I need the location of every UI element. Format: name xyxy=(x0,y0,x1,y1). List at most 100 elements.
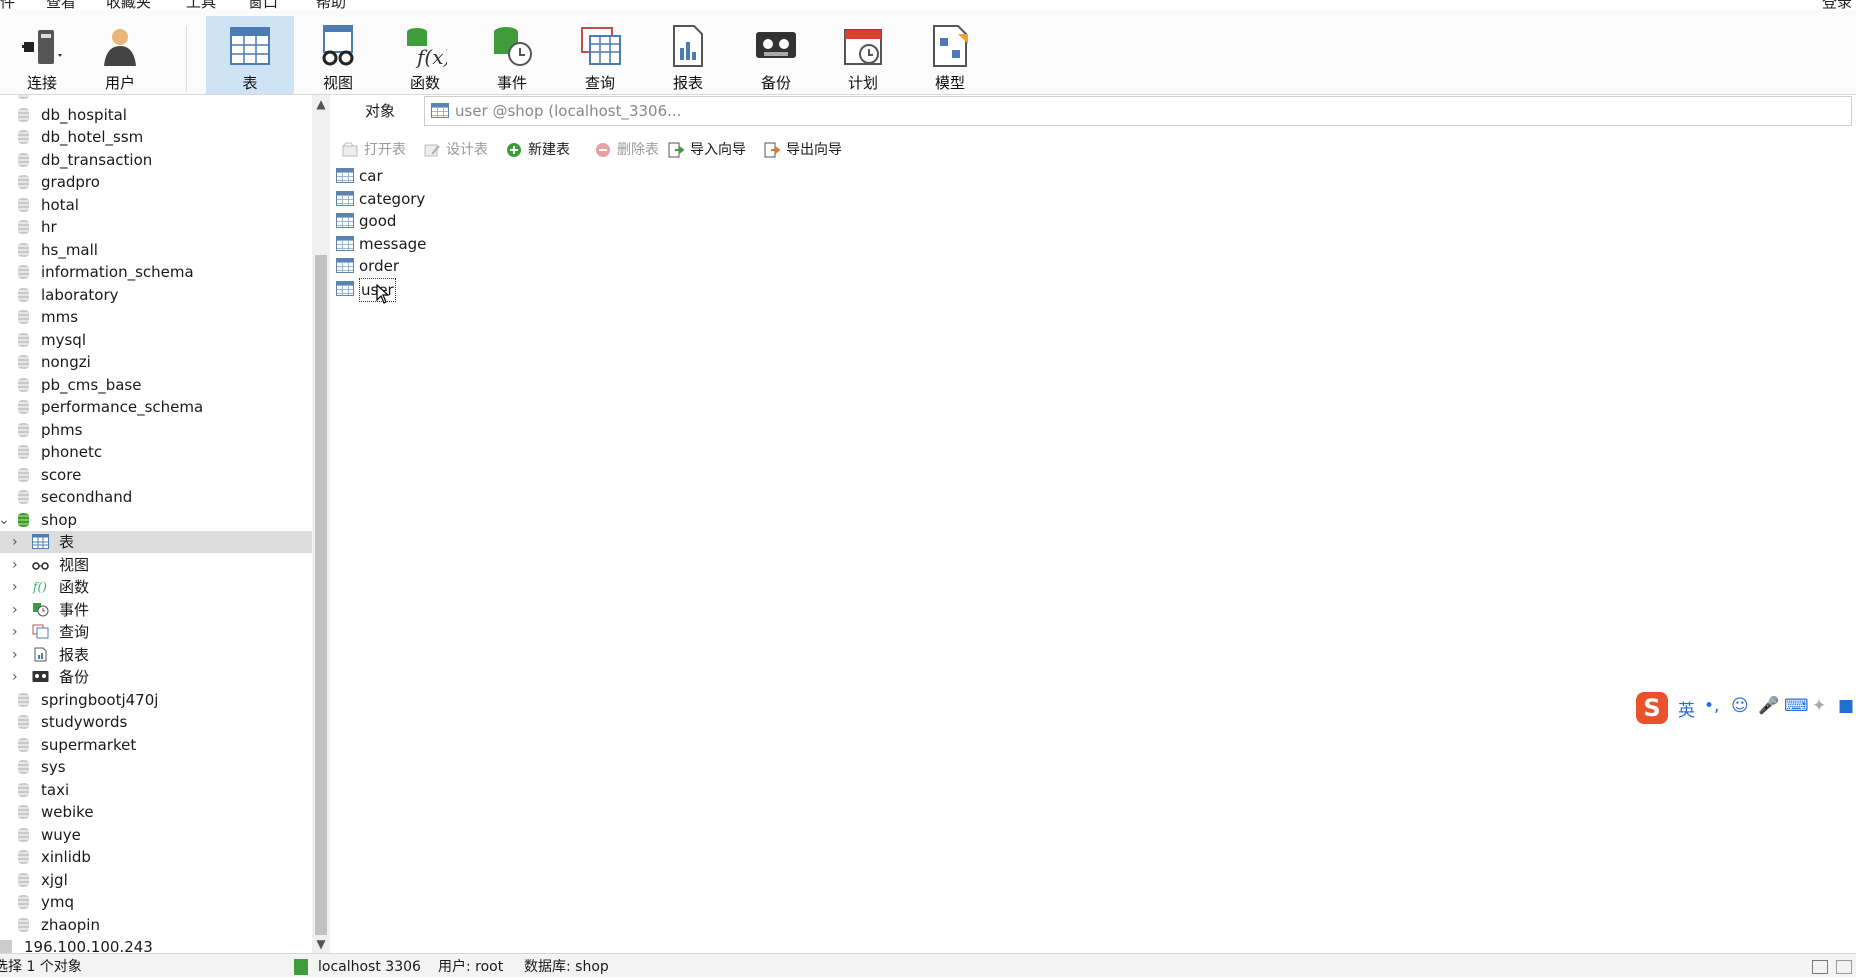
tree-db-supermarket[interactable]: supermarket xyxy=(0,734,312,756)
toolbar-user-button[interactable]: 用户 xyxy=(78,16,162,94)
tree-db-gradpro[interactable]: gradpro xyxy=(0,171,312,193)
database-icon xyxy=(18,760,29,774)
menu-login[interactable]: 登录 xyxy=(1822,0,1852,10)
tree-db-performance_schema[interactable]: performance_schema xyxy=(0,396,312,418)
toolbar-function-label: 函数 xyxy=(409,74,440,92)
chevron-right-icon[interactable]: › xyxy=(12,531,18,553)
tree-db-hr[interactable]: hr xyxy=(0,216,312,238)
tree-shop-functions[interactable]: › f() 函数 xyxy=(0,576,312,598)
tree-db-label: score xyxy=(41,465,82,484)
object-path-bar[interactable]: user @shop (localhost_3306... xyxy=(424,96,1852,126)
toolbar-user-label: 用户 xyxy=(104,74,135,92)
menu-tools[interactable]: 工具 xyxy=(186,0,216,10)
main-toolbar: 连接 用户 表 视图 f(x) 函数 事件 xyxy=(0,10,1856,95)
tree-db-partial[interactable] xyxy=(0,95,312,103)
ime-lang-toggle[interactable]: 英 xyxy=(1678,696,1695,721)
tree-db-taxi[interactable]: taxi xyxy=(0,779,312,801)
keyboard-icon[interactable]: ⌨ xyxy=(1784,696,1809,716)
import-icon xyxy=(668,142,684,158)
tree-shop-backups[interactable]: › 备份 xyxy=(0,666,312,688)
tree-shop-tables[interactable]: › 表 xyxy=(0,531,312,553)
menu-view[interactable]: 查看 xyxy=(46,0,76,10)
scroll-down-icon[interactable]: ▼ xyxy=(312,937,330,951)
tree-shop-reports[interactable]: › 报表 xyxy=(0,644,312,666)
menu-file[interactable]: 件 xyxy=(0,0,15,10)
microphone-icon[interactable]: 🎤 xyxy=(1758,696,1779,716)
chevron-right-icon[interactable]: › xyxy=(12,554,18,576)
toolbar-connection-button[interactable]: 连接 xyxy=(0,16,84,94)
tree-db-sys[interactable]: sys xyxy=(0,756,312,778)
toolbar-view-button[interactable]: 视图 xyxy=(296,16,380,94)
tree-shop-queries[interactable]: › 查询 xyxy=(0,621,312,643)
tree-db-phonetc[interactable]: phonetc xyxy=(0,441,312,463)
ime-punct-toggle[interactable]: •, xyxy=(1704,696,1719,716)
tree-db-information_schema[interactable]: information_schema xyxy=(0,261,312,283)
database-icon xyxy=(18,895,29,909)
tree-db-label: springbootj470j xyxy=(41,690,159,709)
tree-db-secondhand[interactable]: secondhand xyxy=(0,486,312,508)
emoji-icon[interactable]: ☺ xyxy=(1731,696,1749,716)
toolbar-report-button[interactable]: 报表 xyxy=(646,16,730,94)
svg-text:f(): f() xyxy=(32,580,47,594)
tree-db-zhaopin[interactable]: zhaopin xyxy=(0,914,312,936)
tree-db-db_hospital[interactable]: db_hospital xyxy=(0,104,312,126)
tree-db-db_hotel_ssm[interactable]: db_hotel_ssm xyxy=(0,126,312,148)
menu-help[interactable]: 帮助 xyxy=(316,0,346,10)
assistant-icon[interactable]: ✦ xyxy=(1812,696,1826,716)
chevron-right-icon[interactable]: › xyxy=(12,576,18,598)
tree-connection-2[interactable]: 196.100.100.243 xyxy=(0,936,312,953)
skin-icon[interactable]: ■ xyxy=(1838,696,1854,716)
chevron-right-icon[interactable]: › xyxy=(12,666,18,688)
chevron-right-icon[interactable]: › xyxy=(12,644,18,666)
menu-window[interactable]: 窗口 xyxy=(248,0,278,10)
tree-scrollbar[interactable]: ▲ ▼ xyxy=(312,95,330,953)
toolbar-backup-button[interactable]: 备份 xyxy=(734,16,818,94)
grid-view-icon[interactable] xyxy=(1812,960,1828,974)
tree-db-label: hs_mall xyxy=(41,240,98,259)
tree-db-hs_mall[interactable]: hs_mall xyxy=(0,239,312,261)
connection-tree: db_hospital db_hotel_ssm db_transactiongra… xyxy=(0,95,312,953)
sogou-logo-icon[interactable]: S xyxy=(1636,692,1668,724)
toolbar-model-button[interactable]: 模型 xyxy=(908,16,992,94)
tree-db-phms[interactable]: phms xyxy=(0,419,312,441)
tree-db-label: laboratory xyxy=(41,285,119,304)
tree-db-nongzi[interactable]: nongzi xyxy=(0,351,312,373)
table-icon xyxy=(336,280,354,296)
tree-db-db_transaction[interactable]: db_transaction xyxy=(0,149,312,171)
tree-shop-views[interactable]: › 视图 xyxy=(0,554,312,576)
ime-toolbar[interactable]: S 英 •, ☺ 🎤 ⌨ ✦ ■ xyxy=(1634,690,1856,726)
tree-db-webike[interactable]: webike xyxy=(0,801,312,823)
toolbar-event-button[interactable]: 事件 xyxy=(470,16,554,94)
tree-db-pb_cms_base[interactable]: pb_cms_base xyxy=(0,374,312,396)
toolbar-function-button[interactable]: f(x) 函数 xyxy=(383,16,467,94)
menu-bar: 件 查看 收藏夹 工具 窗口 帮助 登录 xyxy=(0,0,1856,10)
toolbar-query-button[interactable]: 查询 xyxy=(558,16,642,94)
tree-db-score[interactable]: score xyxy=(0,464,312,486)
tree-shop-events[interactable]: › 事件 xyxy=(0,599,312,621)
database-icon xyxy=(18,827,29,842)
tree-db-shop[interactable]: ⌄ shop xyxy=(0,509,312,531)
tree-db-xinlidb[interactable]: xinlidb xyxy=(0,846,312,868)
list-view-icon[interactable] xyxy=(1836,960,1852,974)
tree-db-studywords[interactable]: studywords xyxy=(0,711,312,733)
table-icon xyxy=(431,103,449,118)
tree-db-wuye[interactable]: wuye xyxy=(0,824,312,846)
tree-db-label: xinlidb xyxy=(41,848,91,866)
tree-db-laboratory[interactable]: laboratory xyxy=(0,284,312,306)
tree-db-mysql[interactable]: mysql xyxy=(0,329,312,351)
tab-objects[interactable]: 对象 xyxy=(345,96,415,126)
toolbar-schedule-button[interactable]: 计划 xyxy=(821,16,905,94)
tree-db-hotal[interactable]: hotal xyxy=(0,194,312,216)
menu-favorites[interactable]: 收藏夹 xyxy=(106,0,151,10)
tree-db-xjgl[interactable]: xjgl xyxy=(0,869,312,891)
tree-db-label: db_transaction xyxy=(41,150,153,169)
chevron-right-icon[interactable]: › xyxy=(12,621,18,643)
scroll-up-icon[interactable]: ▲ xyxy=(312,97,330,111)
tree-db-springbootj470j[interactable]: springbootj470j xyxy=(0,689,312,711)
toolbar-table-button[interactable]: 表 xyxy=(206,16,294,94)
tree-db-ymq[interactable]: ymq xyxy=(0,891,312,913)
scroll-thumb[interactable] xyxy=(315,255,327,935)
chevron-right-icon[interactable]: › xyxy=(12,599,18,621)
chevron-down-icon[interactable]: ⌄ xyxy=(0,509,10,531)
tree-db-mms[interactable]: mms xyxy=(0,306,312,328)
